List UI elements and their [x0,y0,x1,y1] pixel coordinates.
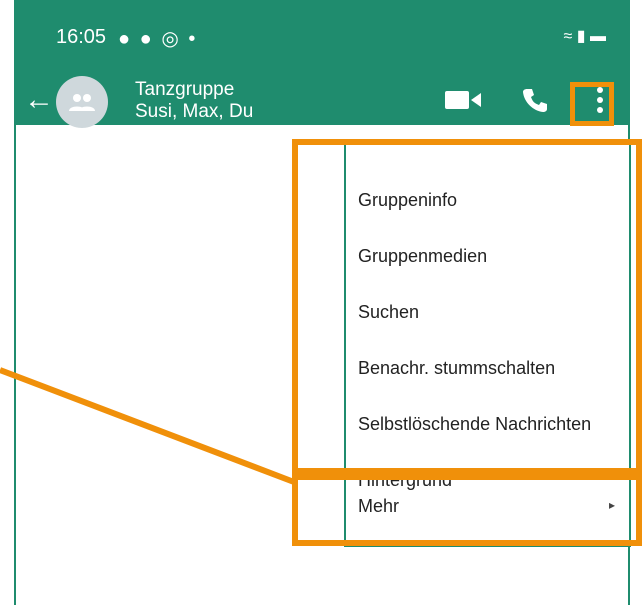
pointer-line [0,367,296,485]
